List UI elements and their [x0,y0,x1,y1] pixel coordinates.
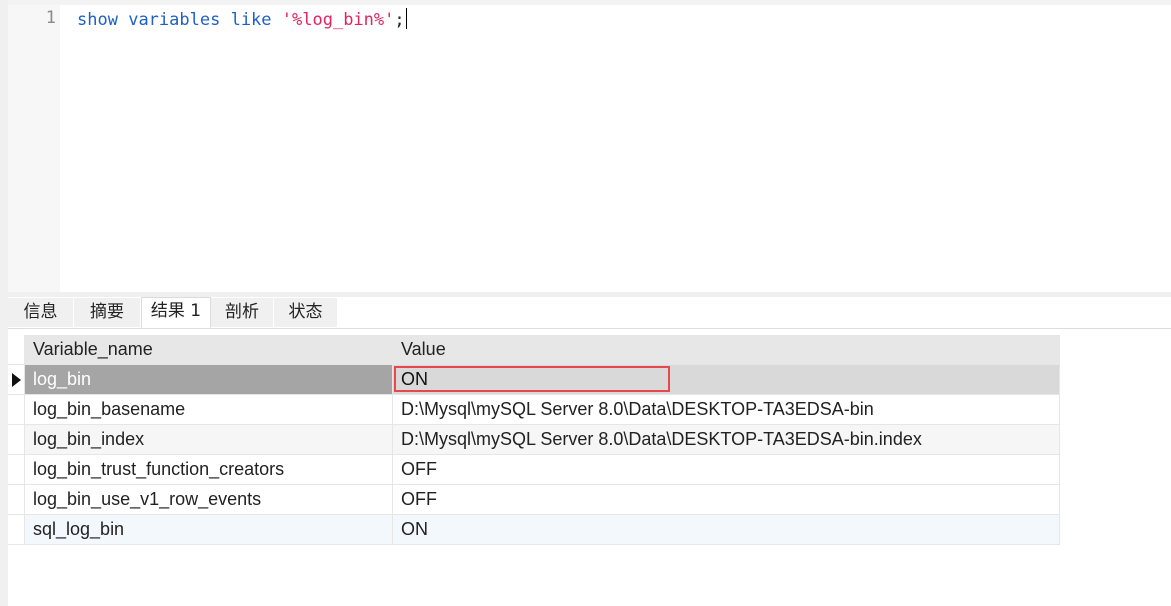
keyword-show: show [77,10,118,30]
table-row[interactable]: log_bin_use_v1_row_events OFF [8,485,1060,515]
result-tabs: 信息 摘要 结果 1 剖析 状态 [8,297,1171,329]
cell-value[interactable]: D:\Mysql\mySQL Server 8.0\Data\DESKTOP-T… [393,425,1060,454]
cell-value[interactable]: D:\Mysql\mySQL Server 8.0\Data\DESKTOP-T… [393,395,1060,424]
row-indicator [8,365,24,394]
row-indicator [8,395,24,424]
string-literal: '%log_bin%' [281,10,395,30]
cell-value[interactable]: ON [393,515,1060,544]
cell-value[interactable]: OFF [393,455,1060,484]
column-header-value[interactable]: Value [393,335,1060,364]
app-window: 1 show variables like '%log_bin%'; 信息 摘要… [0,0,1171,606]
current-row-arrow-icon [12,373,21,387]
row-indicator [8,515,24,544]
semicolon: ; [394,10,405,30]
text-cursor [405,8,407,29]
cell-variable-name[interactable]: log_bin_trust_function_creators [24,455,393,484]
left-border [0,0,8,606]
tab-summary[interactable]: 摘要 [74,298,141,327]
tab-result-1[interactable]: 结果 1 [141,297,211,328]
line-number-gutter: 1 [8,5,60,292]
cell-value[interactable]: ON [393,365,1060,394]
cell-variable-name[interactable]: log_bin_index [24,425,393,454]
cell-variable-name[interactable]: log_bin [24,365,393,394]
cell-variable-name[interactable]: log_bin_use_v1_row_events [24,485,393,514]
table-row[interactable]: log_bin_trust_function_creators OFF [8,455,1060,485]
code-line[interactable]: show variables like '%log_bin%'; [77,8,407,31]
keyword-variables: variables [128,10,221,30]
header-indicator-cell [8,335,24,364]
sql-editor[interactable]: 1 show variables like '%log_bin%'; [8,5,1171,292]
grid-header: Variable_name Value [8,335,1060,365]
table-row[interactable]: log_bin_index D:\Mysql\mySQL Server 8.0\… [8,425,1060,455]
table-row[interactable]: log_bin_basename D:\Mysql\mySQL Server 8… [8,395,1060,425]
table-row[interactable]: log_bin ON [8,365,1060,395]
row-indicator [8,485,24,514]
row-indicator [8,455,24,484]
keyword-like: like [230,10,272,30]
cell-variable-name[interactable]: log_bin_basename [24,395,393,424]
result-grid[interactable]: Variable_name Value log_bin ON log_bin_b… [8,335,1060,545]
table-row[interactable]: sql_log_bin ON [8,515,1060,545]
cell-value[interactable]: OFF [393,485,1060,514]
line-number: 1 [45,8,56,28]
cell-variable-name[interactable]: sql_log_bin [24,515,393,544]
row-indicator [8,425,24,454]
tab-info[interactable]: 信息 [8,298,74,327]
tab-status[interactable]: 状态 [274,298,338,327]
tab-profile[interactable]: 剖析 [211,298,274,327]
column-header-variable-name[interactable]: Variable_name [24,335,393,364]
